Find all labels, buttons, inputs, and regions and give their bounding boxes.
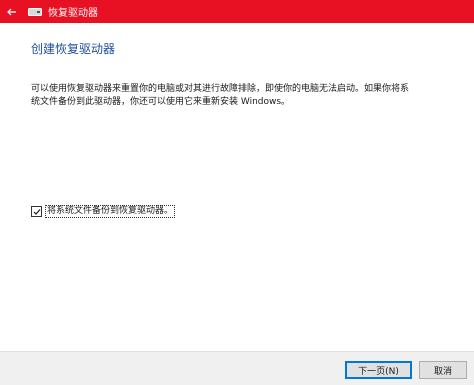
back-button[interactable]	[0, 0, 24, 23]
backup-checkbox[interactable]	[31, 206, 42, 217]
backup-system-files-option[interactable]: 将系统文件备份到恢复驱动器。	[31, 205, 176, 218]
description-text: 可以使用恢复驱动器来重置你的电脑或对其进行故障排除，即使你的电脑无法启动。如果你…	[31, 84, 410, 107]
recovery-drive-icon	[28, 7, 42, 17]
window-title: 恢复驱动器	[48, 8, 98, 19]
page-heading: 创建恢复驱动器	[31, 42, 116, 56]
cancel-button[interactable]: 取消	[419, 361, 467, 379]
checkmark-icon	[33, 208, 40, 215]
back-arrow-icon	[7, 8, 16, 15]
next-button[interactable]: 下一页(N)	[345, 361, 412, 379]
backup-checkbox-label[interactable]: 将系统文件备份到恢复驱动器。	[45, 205, 176, 218]
title-bar: 恢复驱动器	[0, 0, 474, 23]
footer-bar: 下一页(N) 取消	[0, 351, 474, 385]
